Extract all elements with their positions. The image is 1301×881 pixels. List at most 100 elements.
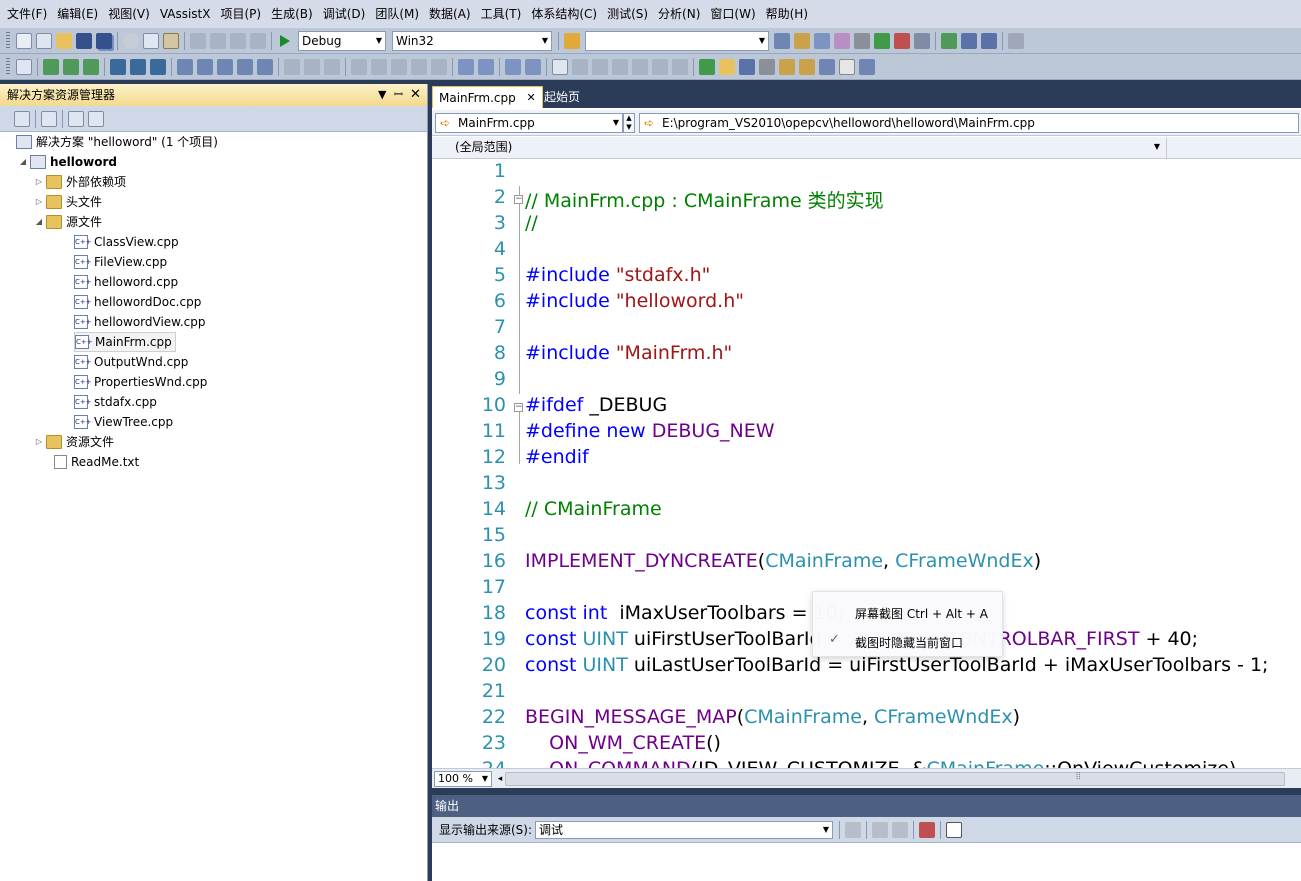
code-editor[interactable]: 123456789101112131415161718192021222324 … [448,160,1301,768]
close-icon[interactable]: ✕ [410,84,421,106]
tree-solution[interactable]: 解决方案 "helloword" (1 个项目) [16,132,218,152]
comment-bubble-icon[interactable] [572,58,588,75]
parameter-info-icon[interactable] [197,58,213,75]
tree-readme[interactable]: ReadMe.txt [54,452,139,472]
indent-icon[interactable] [304,58,320,75]
link-icon[interactable] [652,58,668,75]
window-icon[interactable] [552,58,568,75]
tree-resources[interactable]: ▷ 资源文件 [32,432,114,452]
menu-item[interactable]: 文件(F) [2,0,52,28]
find-in-files-icon[interactable] [564,32,580,49]
menu-item[interactable]: 工具(T) [476,0,527,28]
navigate-forward-icon[interactable] [250,32,266,49]
tree-file-item[interactable]: C++ MainFrm.cpp [74,332,176,352]
file-dropdown[interactable]: ➪ MainFrm.cpp ▼ [435,112,623,133]
menu-item[interactable]: 项目(P) [215,0,266,28]
undo-icon[interactable] [190,32,206,49]
close-icon[interactable]: ✕ [527,87,536,109]
menu-item[interactable]: 分析(N) [653,0,705,28]
print-icon[interactable] [1008,32,1024,49]
rebuild-icon[interactable] [130,58,146,75]
object-browser-icon[interactable] [834,32,850,49]
tree-file-item[interactable]: C++ hellowordView.cpp [74,312,206,332]
outdent-icon[interactable] [284,58,300,75]
output-source-select[interactable]: 调试 ▼ [535,820,834,839]
tools-icon[interactable] [759,58,775,75]
options-icon[interactable] [859,58,875,75]
quick-info-icon[interactable] [217,58,233,75]
add-item-icon[interactable] [36,32,52,49]
tree-file-item[interactable]: C++ PropertiesWnd.cpp [74,372,207,392]
list-members-icon[interactable] [177,58,193,75]
extension-manager-icon[interactable] [894,32,910,49]
command-window-icon[interactable] [914,32,930,49]
document-icon[interactable] [16,58,32,75]
open-file-icon[interactable] [719,58,735,75]
tree-external-deps[interactable]: ▷ 外部依赖项 [32,172,126,192]
find-icon[interactable] [774,32,790,49]
refresh-icon[interactable] [88,110,104,127]
list-icon[interactable] [505,58,521,75]
prev-bookmark-icon[interactable] [391,58,407,75]
tree-file-item[interactable]: C++ OutputWnd.cpp [74,352,188,372]
tree-file-item[interactable]: C++ stdafx.cpp [74,392,157,412]
solution-configuration-select[interactable]: Debug ▼ [298,30,386,51]
save-icon[interactable] [76,32,92,49]
toolbar-grip[interactable] [6,57,10,76]
collapsed-arrow-icon[interactable]: ▷ [32,192,46,212]
collapsed-arrow-icon[interactable]: ▷ [32,432,46,452]
tab-start-page[interactable]: 起始页 [538,86,586,108]
menu-item[interactable]: 团队(M) [370,0,424,28]
toolbar-grip[interactable] [6,31,10,50]
menu-item[interactable]: 体系结构(C) [526,0,602,28]
format-icon[interactable] [458,58,474,75]
check-icon[interactable] [699,58,715,75]
menu-item-hide-window[interactable]: 截图时隐藏当前窗口 [855,634,963,651]
menu-item[interactable]: 编辑(E) [52,0,103,28]
symbol-icon[interactable] [739,58,755,75]
comment-icon[interactable] [324,58,340,75]
paste-icon[interactable] [163,32,179,49]
pin-icon[interactable]: ꟷ [394,84,403,106]
navigate-backward-icon[interactable] [230,32,246,49]
zoom-dropdown[interactable]: 100 % ▼ [434,770,492,787]
step-out-icon[interactable] [83,58,99,75]
tab-mainfrm[interactable]: MainFrm.cpp ✕ [432,86,543,108]
tree-file-item[interactable]: C++ FileView.cpp [74,252,167,272]
tree-file-item[interactable]: C++ helloword.cpp [74,272,178,292]
show-all-files-icon[interactable] [41,110,57,127]
view-class-diagram-icon[interactable] [68,110,84,127]
scroll-left-icon[interactable]: ◂ [495,774,505,784]
menu-item[interactable]: 生成(B) [266,0,318,28]
scope-dropdown[interactable]: (全局范围) ▼ [435,138,1163,158]
grid-icon[interactable] [961,32,977,49]
tree-project[interactable]: ◢ helloword [16,152,117,172]
build-icon[interactable] [110,58,126,75]
expanded-arrow-icon[interactable]: ◢ [32,212,46,232]
new-project-icon[interactable] [16,32,32,49]
save-all-icon[interactable] [96,32,112,49]
prev-message-icon[interactable] [872,821,889,838]
start-debugging-icon[interactable] [280,34,290,47]
word-wrap-icon[interactable] [946,821,963,838]
note-icon[interactable] [525,58,541,75]
copy-icon[interactable] [143,32,159,49]
file-path-field[interactable]: ➪ E:\program_VS2010\opepcv\helloword\hel… [639,112,1299,133]
spell-check-icon[interactable] [839,58,855,75]
bookmark-icon[interactable] [371,58,387,75]
step-over-icon[interactable] [63,58,79,75]
clear-bookmarks-icon[interactable] [431,58,447,75]
menu-item[interactable]: 窗口(W) [705,0,760,28]
run-icon[interactable] [941,32,957,49]
cut-icon[interactable] [123,32,139,49]
reply-icon[interactable] [612,58,628,75]
message-icon[interactable] [592,58,608,75]
menu-item[interactable]: 帮助(H) [761,0,813,28]
code-icon[interactable] [819,58,835,75]
collapse-icon[interactable]: − [514,195,523,204]
header-icon[interactable] [779,58,795,75]
properties-icon[interactable] [814,32,830,49]
menu-item[interactable]: 数据(A) [424,0,476,28]
tree-file-item[interactable]: C++ ViewTree.cpp [74,412,173,432]
toolbox-icon[interactable] [854,32,870,49]
